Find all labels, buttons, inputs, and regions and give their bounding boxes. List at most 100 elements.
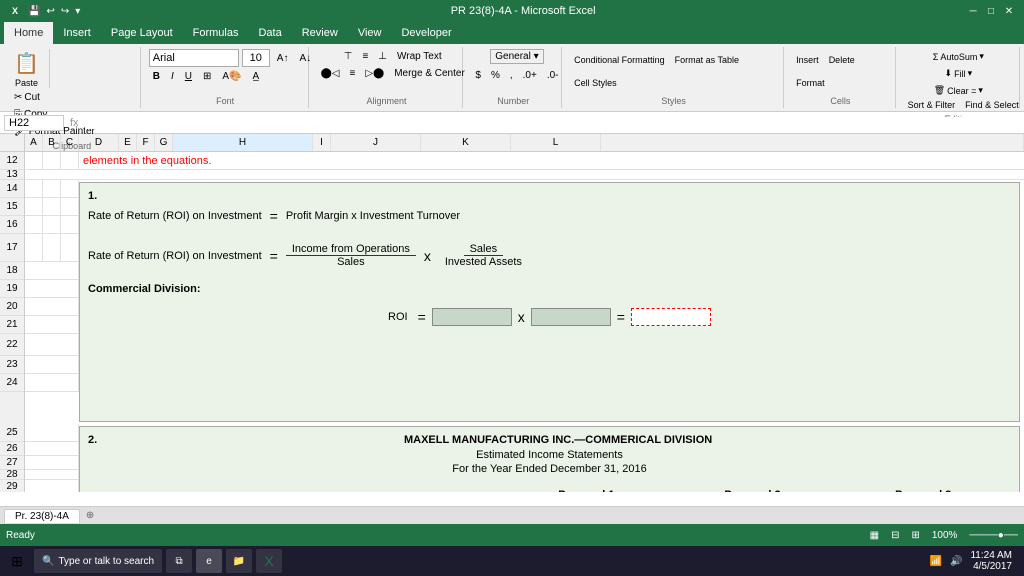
view-normal-icon[interactable]: ▦ <box>870 530 879 541</box>
font-increase-button[interactable]: A↑ <box>273 51 293 66</box>
align-left-button[interactable]: ⬤◁ <box>317 66 344 81</box>
cut-button[interactable]: ✂Cut <box>10 90 99 105</box>
find-select-button[interactable]: Find & Select <box>961 98 1023 112</box>
border-button[interactable]: ⊞ <box>199 69 215 84</box>
number-label: Number <box>471 94 555 106</box>
insert-cells-button[interactable]: Insert <box>792 53 823 67</box>
tab-view[interactable]: View <box>348 22 392 44</box>
cell-a16[interactable] <box>25 216 43 234</box>
cell-row13[interactable] <box>25 170 1024 179</box>
font-color-button[interactable]: A̲ <box>249 69 264 84</box>
percent-button[interactable]: % <box>487 68 504 83</box>
font-name-input[interactable] <box>149 49 239 67</box>
cell-b15[interactable] <box>43 198 61 216</box>
close-button[interactable]: ✕ <box>1002 4 1016 18</box>
fill-button[interactable]: ⬇ Fill ▾ <box>941 66 977 81</box>
tab-home[interactable]: Home <box>4 22 53 44</box>
cell-b16[interactable] <box>43 216 61 234</box>
row-num-13: 13 <box>0 170 25 179</box>
tray-clock[interactable]: 11:24 AM 4/5/2017 <box>970 550 1012 572</box>
fill-color-button[interactable]: A🎨 <box>218 69 245 84</box>
cell-b12[interactable] <box>43 152 61 169</box>
search-bar[interactable]: 🔍 Type or talk to search <box>34 549 162 573</box>
tab-formulas[interactable]: Formulas <box>183 22 249 44</box>
merge-center-button[interactable]: Merge & Center <box>390 66 469 81</box>
cell-a12[interactable] <box>25 152 43 169</box>
wrap-text-button[interactable]: Wrap Text <box>393 49 446 64</box>
commercial-label: Commercial Division: <box>88 283 200 295</box>
quick-access-undo[interactable]: ↩ <box>46 6 54 17</box>
cell-b17[interactable] <box>43 234 61 262</box>
cell-a15[interactable] <box>25 198 43 216</box>
minimize-button[interactable]: ─ <box>966 4 980 18</box>
tab-developer[interactable]: Developer <box>391 22 461 44</box>
clear-button[interactable]: 🗑 Clear = ▾ <box>930 83 987 98</box>
sheet-tab-pr23[interactable]: Pr. 23(8)-4A <box>4 509 80 523</box>
cell-d12-merged[interactable]: elements in the equations. <box>79 152 1024 169</box>
cell-a14[interactable] <box>25 180 43 198</box>
align-bottom-button[interactable]: ⊥ <box>374 49 391 64</box>
comma-button[interactable]: , <box>506 68 517 83</box>
cell-reference-box[interactable] <box>4 115 64 131</box>
align-top-button[interactable]: ⊤ <box>340 49 357 64</box>
font-size-input[interactable] <box>242 49 270 67</box>
roi-input-2[interactable] <box>531 308 611 326</box>
col-header-g: G <box>155 134 173 151</box>
section1-header-row: 1. <box>88 187 1011 205</box>
tray-volume-icon[interactable]: 🔊 <box>950 556 962 567</box>
cell-a17[interactable] <box>25 234 43 262</box>
format-cells-button[interactable]: Format <box>792 76 829 90</box>
worksheet-area[interactable]: 12 elements in the equations. 13 14 15 1… <box>0 152 1024 492</box>
cell-c15[interactable] <box>61 198 79 216</box>
start-button[interactable]: ⊞ <box>4 548 30 574</box>
col-header-k: K <box>421 134 511 151</box>
sort-filter-button[interactable]: Sort & Filter <box>904 98 960 112</box>
increase-decimal-button[interactable]: .0+ <box>519 68 541 83</box>
italic-button[interactable]: I <box>167 69 178 84</box>
cell-c17[interactable] <box>61 234 79 262</box>
cell-styles-button[interactable]: Cell Styles <box>570 76 621 90</box>
cell-b14[interactable] <box>43 180 61 198</box>
sheet-tab-add[interactable]: ⊕ <box>86 510 94 521</box>
bold-button[interactable]: B <box>149 69 164 84</box>
number-format-dropdown[interactable]: General ▾ <box>490 49 543 64</box>
times-2: x <box>518 309 525 325</box>
quick-access-save[interactable]: 💾 <box>28 6 40 17</box>
quick-access-redo[interactable]: ↪ <box>61 6 69 17</box>
autosum-button[interactable]: Σ AutoSum ▾ <box>929 49 988 64</box>
decrease-decimal-button[interactable]: .0- <box>543 68 563 83</box>
row-num-28: 28 <box>0 470 24 480</box>
cell-c16[interactable] <box>61 216 79 234</box>
delete-cells-button[interactable]: Delete <box>825 53 859 67</box>
align-right-button[interactable]: ▷⬤ <box>361 66 388 81</box>
maximize-button[interactable]: □ <box>984 4 998 18</box>
ribbon-tabs: Home Insert Page Layout Formulas Data Re… <box>0 22 1024 44</box>
formula-input[interactable] <box>85 117 1020 129</box>
file-explorer-taskbar-icon[interactable]: 📁 <box>226 549 252 573</box>
dollar-button[interactable]: $ <box>471 68 485 83</box>
tray-network-icon[interactable]: 📶 <box>930 556 942 567</box>
cell-c12[interactable] <box>61 152 79 169</box>
tab-insert[interactable]: Insert <box>53 22 101 44</box>
fraction-1-den: Sales <box>331 256 371 268</box>
roi-label-3: ROI <box>388 311 408 323</box>
cell-c14[interactable] <box>61 180 79 198</box>
conditional-formatting-button[interactable]: Conditional Formatting <box>570 53 669 67</box>
tab-review[interactable]: Review <box>292 22 348 44</box>
tab-data[interactable]: Data <box>248 22 291 44</box>
format-table-button[interactable]: Format as Table <box>671 53 743 67</box>
paste-button[interactable]: 📋 <box>10 49 43 78</box>
view-page-break-icon[interactable]: ⊞ <box>911 530 919 541</box>
view-page-layout-icon[interactable]: ⊟ <box>891 530 899 541</box>
excel-taskbar-icon[interactable]: X <box>256 549 282 573</box>
tab-page-layout[interactable]: Page Layout <box>101 22 183 44</box>
zoom-slider[interactable]: ────●── <box>969 530 1018 541</box>
align-middle-button[interactable]: ≡ <box>358 49 372 64</box>
edge-taskbar-icon[interactable]: e <box>196 549 222 573</box>
underline-button[interactable]: U <box>181 69 196 84</box>
align-center-button[interactable]: ≡ <box>345 66 359 81</box>
roi-input-1[interactable] <box>432 308 512 326</box>
task-view-button[interactable]: ⧉ <box>166 549 192 573</box>
roi-output[interactable] <box>631 308 711 326</box>
section2-wrapper: 25 26 27 28 29 30 31 32 33 34 35 36 37 3… <box>0 424 1024 492</box>
